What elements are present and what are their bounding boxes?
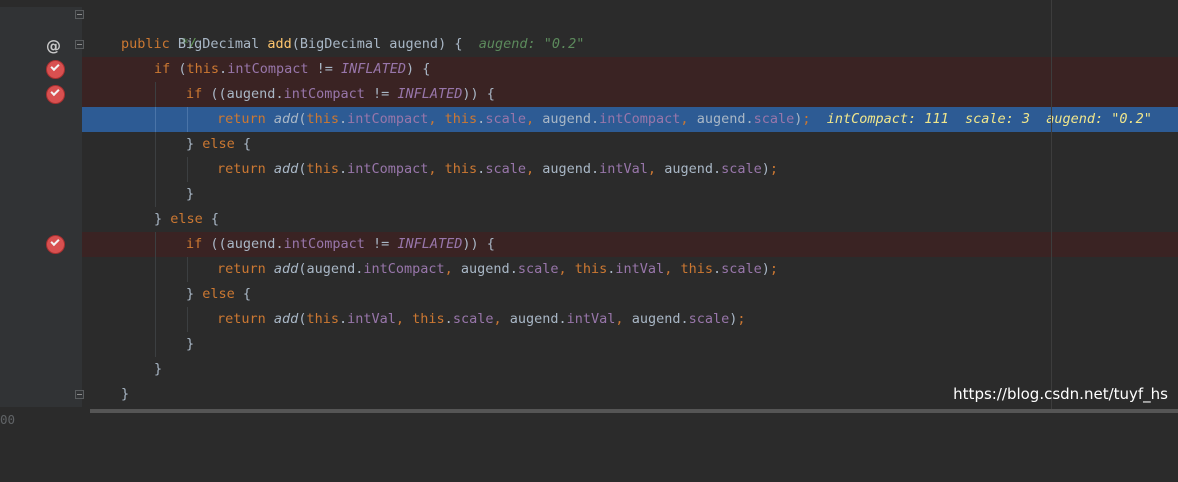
code-line-current[interactable]: 89 return add(this.intCompact, this.scal… (0, 107, 1178, 152)
code-text: return add(this.intCompact, this.scale, … (217, 111, 1152, 127)
gutter[interactable]: 90 (0, 132, 82, 177)
code-text: } else { (186, 136, 252, 152)
gutter[interactable]: 91 (0, 157, 82, 202)
code-line[interactable]: 96 } else { (0, 282, 1178, 327)
fold-marker-icon[interactable] (75, 40, 84, 49)
gutter[interactable]: 89 (0, 107, 82, 152)
code-text: } (154, 361, 163, 377)
code-text: return add(augend.intCompact, augend.sca… (217, 261, 779, 277)
code-text: } (121, 386, 130, 402)
code-text: return add(this.intVal, this.scale, auge… (217, 311, 746, 327)
gutter[interactable]: 98 (0, 332, 82, 377)
code-text: public BigDecimal add(BigDecimal augend)… (121, 36, 585, 52)
code-line[interactable]: 90 } else { (0, 132, 1178, 177)
gutter[interactable]: 86 @ (0, 32, 84, 77)
code-text: if ((augend.intCompact != INFLATED)) { (186, 86, 495, 102)
breakpoint-icon[interactable] (46, 85, 65, 104)
code-line[interactable]: 91 return add(this.intCompact, this.scal… (0, 157, 1178, 202)
breakpoint-icon[interactable] (46, 235, 65, 254)
gutter[interactable]: 97 (0, 307, 82, 352)
code-line[interactable]: 97 return add(this.intVal, this.scale, a… (0, 307, 1178, 352)
code-line[interactable]: 95 return add(augend.intCompact, augend.… (0, 257, 1178, 302)
code-line[interactable]: 98 } (0, 332, 1178, 377)
code-text: } (186, 336, 195, 352)
right-margin-guide (1051, 0, 1052, 413)
gutter[interactable]: 96 (0, 282, 82, 327)
gutter[interactable]: 87 (0, 57, 82, 102)
gutter[interactable]: 00 (0, 382, 84, 427)
inline-debug-value: augend: "0.2" (478, 36, 585, 52)
code-line[interactable]: 93 } else { (0, 207, 1178, 252)
code-line[interactable]: 99 } (0, 357, 1178, 402)
gutter[interactable]: 99 (0, 357, 82, 402)
gutter[interactable]: 92 (0, 182, 82, 227)
gutter[interactable]: 93 (0, 207, 82, 252)
code-line[interactable]: 92 } (0, 182, 1178, 227)
code-line[interactable]: 85 */ (0, 7, 1178, 52)
fold-marker-icon[interactable] (75, 10, 84, 19)
code-text: } else { (154, 211, 220, 227)
code-line-breakpoint[interactable]: 94 if ((augend.intCompact != INFLATED)) … (0, 232, 1178, 277)
code-text: if ((augend.intCompact != INFLATED)) { (186, 236, 495, 252)
code-text: } (186, 186, 195, 202)
gutter[interactable]: 95 (0, 257, 82, 302)
override-at-icon[interactable]: @ (46, 35, 65, 55)
code-text: if (this.intCompact != INFLATED) { (154, 61, 431, 77)
code-editor[interactable]: 85 */ 86 @ public BigDecimal add(BigDeci… (0, 0, 1178, 427)
breakpoint-icon[interactable] (46, 60, 65, 79)
inline-debug-value: intCompact: 111 scale: 3 augend: "0.2" (826, 111, 1152, 127)
code-line-breakpoint[interactable]: 88 if ((augend.intCompact != INFLATED)) … (0, 82, 1178, 127)
code-text: */ (180, 36, 198, 52)
code-text: return add(this.intCompact, this.scale, … (217, 161, 779, 177)
gutter[interactable]: 88 (0, 82, 82, 127)
watermark: https://blog.csdn.net/tuyf_hs (953, 385, 1168, 403)
horizontal-scrollbar[interactable] (90, 409, 1178, 413)
line-number: 00 (0, 412, 16, 427)
code-line-breakpoint[interactable]: 87 if (this.intCompact != INFLATED) { (0, 57, 1178, 102)
fold-marker-icon[interactable] (75, 390, 84, 399)
gutter[interactable]: 94 (0, 232, 82, 277)
gutter[interactable]: 85 (0, 7, 84, 52)
code-text: } else { (186, 286, 252, 302)
code-line[interactable]: 86 @ public BigDecimal add(BigDecimal au… (0, 32, 1178, 77)
